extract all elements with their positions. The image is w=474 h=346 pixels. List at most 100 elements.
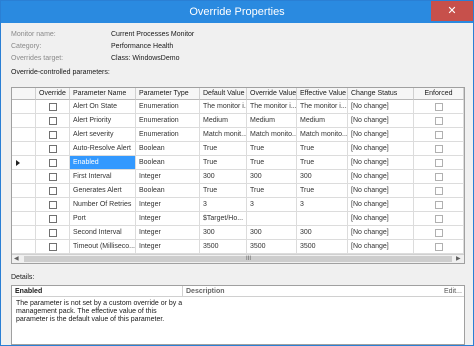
table-row[interactable]: Auto-Resolve Alert Boolean True True True [No… — [12, 142, 464, 156]
override-cell[interactable] — [36, 114, 70, 128]
table-row[interactable]: Second Interval Integer 300 300 300 [No chang… — [12, 226, 464, 240]
column-header-default-value[interactable]: Default Value — [200, 88, 247, 100]
enforced-checkbox[interactable] — [435, 103, 443, 111]
edit-link[interactable]: Edit... — [444, 286, 462, 297]
override-cell[interactable] — [36, 198, 70, 212]
override-cell[interactable] — [36, 142, 70, 156]
default-value-cell: 300 — [200, 170, 247, 184]
enforced-checkbox[interactable] — [435, 159, 443, 167]
scroll-left-icon[interactable]: ◀ — [14, 255, 19, 263]
override-cell[interactable] — [36, 240, 70, 254]
row-header — [12, 212, 36, 226]
column-header-parameter-type[interactable]: Parameter Type — [136, 88, 200, 100]
table-row[interactable]: Generates Alert Boolean True True True [No ch… — [12, 184, 464, 198]
enforced-cell[interactable] — [414, 114, 464, 128]
override-cell[interactable] — [36, 100, 70, 114]
column-header-change-status[interactable]: Change Status — [348, 88, 414, 100]
override-cell[interactable] — [36, 184, 70, 198]
enforced-cell[interactable] — [414, 212, 464, 226]
override-properties-window: Override Properties ✕ Monitor name: Curr… — [0, 0, 474, 346]
horizontal-scrollbar[interactable]: ◀ III ▶ — [12, 254, 464, 263]
parameter-name-cell: Port — [70, 212, 136, 226]
override-value-cell[interactable]: Medium — [247, 114, 297, 128]
table-row[interactable]: Alert On State Enumeration The monitor i..… — [12, 100, 464, 114]
override-cell[interactable] — [36, 226, 70, 240]
override-checkbox[interactable] — [49, 187, 57, 195]
override-checkbox[interactable] — [49, 201, 57, 209]
override-checkbox[interactable] — [49, 159, 57, 167]
enforced-cell[interactable] — [414, 170, 464, 184]
override-value-cell[interactable]: 3500 — [247, 240, 297, 254]
override-value-cell[interactable] — [247, 212, 297, 226]
enforced-cell[interactable] — [414, 142, 464, 156]
enforced-checkbox[interactable] — [435, 117, 443, 125]
enforced-cell[interactable] — [414, 184, 464, 198]
override-checkbox[interactable] — [49, 173, 57, 181]
enforced-cell[interactable] — [414, 128, 464, 142]
column-header-effective-value[interactable]: Effective Value — [297, 88, 348, 100]
override-checkbox[interactable] — [49, 117, 57, 125]
enforced-checkbox[interactable] — [435, 215, 443, 223]
effective-value-cell: 300 — [297, 170, 348, 184]
column-header-override-value[interactable]: Override Value — [247, 88, 297, 100]
override-checkbox[interactable] — [49, 215, 57, 223]
table-row[interactable]: Number Of Retries Integer 3 3 3 [No change] — [12, 198, 464, 212]
details-panel: Enabled Description Edit... The paramete… — [11, 285, 465, 345]
override-cell[interactable] — [36, 128, 70, 142]
scroll-thumb[interactable]: III — [24, 256, 452, 262]
enforced-cell[interactable] — [414, 226, 464, 240]
table-row[interactable]: Enabled Boolean True True True [No change] — [12, 156, 464, 170]
enforced-cell[interactable] — [414, 100, 464, 114]
parameter-type-cell: Integer — [136, 240, 200, 254]
override-cell[interactable] — [36, 170, 70, 184]
table-row[interactable]: Alert Priority Enumeration Medium Medium Med… — [12, 114, 464, 128]
enforced-checkbox[interactable] — [435, 131, 443, 139]
default-value-cell: 3 — [200, 198, 247, 212]
default-value-cell: $Target/Ho... — [200, 212, 247, 226]
enforced-cell[interactable] — [414, 198, 464, 212]
enforced-checkbox[interactable] — [435, 187, 443, 195]
enforced-cell[interactable] — [414, 156, 464, 170]
enforced-checkbox[interactable] — [435, 173, 443, 181]
details-label: Details: — [11, 274, 35, 281]
override-value-cell[interactable]: 300 — [247, 170, 297, 184]
enforced-checkbox[interactable] — [435, 229, 443, 237]
table-row[interactable]: Alert severity Enumeration Match monit... M… — [12, 128, 464, 142]
column-header-override[interactable]: Override — [36, 88, 70, 100]
override-value-cell[interactable]: 300 — [247, 226, 297, 240]
override-value-cell[interactable]: True — [247, 142, 297, 156]
enforced-checkbox[interactable] — [435, 145, 443, 153]
override-checkbox[interactable] — [49, 229, 57, 237]
column-header-enforced[interactable]: Enforced — [414, 88, 464, 100]
override-checkbox[interactable] — [49, 103, 57, 111]
override-checkbox[interactable] — [49, 243, 57, 251]
parameter-type-cell: Integer — [136, 226, 200, 240]
override-checkbox[interactable] — [49, 145, 57, 153]
effective-value-cell: True — [297, 184, 348, 198]
override-value-cell[interactable]: True — [247, 156, 297, 170]
table-row[interactable]: Timeout (Milliseco... Integer 3500 3500 3500… — [12, 240, 464, 254]
enforced-cell[interactable] — [414, 240, 464, 254]
override-value-cell[interactable]: True — [247, 184, 297, 198]
title-bar[interactable]: Override Properties ✕ — [1, 1, 473, 23]
enforced-checkbox[interactable] — [435, 201, 443, 209]
parameter-name-cell: Timeout (Milliseco... — [70, 240, 136, 254]
scroll-grip-icon: III — [246, 256, 252, 262]
current-row-arrow-icon — [16, 160, 20, 166]
scroll-right-icon[interactable]: ▶ — [456, 255, 461, 263]
category-value: Performance Health — [111, 43, 174, 50]
column-header-parameter-name[interactable]: Parameter Name — [70, 88, 136, 100]
close-button[interactable]: ✕ — [431, 1, 473, 21]
change-status-cell: [No change] — [348, 170, 414, 184]
enforced-checkbox[interactable] — [435, 243, 443, 251]
override-value-cell[interactable]: Match monito... — [247, 128, 297, 142]
change-status-cell: [No change] — [348, 184, 414, 198]
override-checkbox[interactable] — [49, 131, 57, 139]
table-row[interactable]: First Interval Integer 300 300 300 [No change… — [12, 170, 464, 184]
parameter-name-cell: First Interval — [70, 170, 136, 184]
override-cell[interactable] — [36, 212, 70, 226]
override-value-cell[interactable]: 3 — [247, 198, 297, 212]
override-value-cell[interactable]: The monitor i... — [247, 100, 297, 114]
override-cell[interactable] — [36, 156, 70, 170]
table-row[interactable]: Port Integer $Target/Ho... [No change] — [12, 212, 464, 226]
